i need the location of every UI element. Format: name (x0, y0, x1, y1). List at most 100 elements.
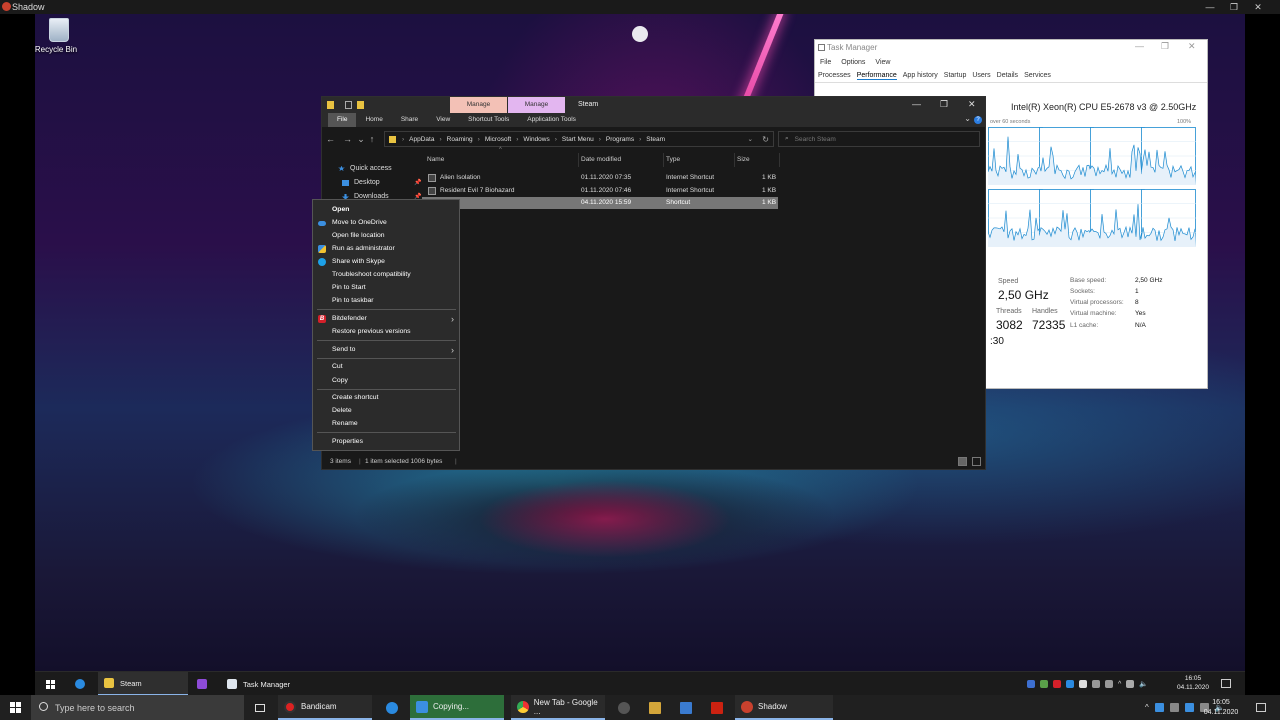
menu-pin-to-taskbar[interactable]: Pin to taskbar (313, 295, 459, 307)
column-name[interactable]: Name (427, 156, 444, 163)
breadcrumb-item[interactable]: Steam (646, 136, 665, 143)
taskbar-task-manager[interactable]: Task Manager (221, 672, 311, 696)
recent-locations-icon[interactable]: ⌄ (356, 134, 366, 145)
tab-services[interactable]: Services (1024, 72, 1051, 79)
menu-open-file-location[interactable]: Open file location (313, 230, 459, 242)
menu-properties[interactable]: Properties (313, 436, 459, 448)
menu-troubleshoot-compatibility[interactable]: Troubleshoot compatibility (313, 269, 459, 281)
tm-menu-view[interactable]: View (875, 59, 890, 66)
tab-startup[interactable]: Startup (944, 72, 967, 79)
breadcrumb-item[interactable]: Roaming (447, 136, 473, 143)
menu-rename[interactable]: Rename (313, 418, 459, 430)
tm-menu-file[interactable]: File (820, 59, 831, 66)
tray-icon[interactable] (1105, 680, 1113, 688)
ribbon-tab-share[interactable]: Share (392, 113, 427, 127)
tray-overflow-icon[interactable]: ^ (1118, 681, 1121, 688)
taskbar-steam-folder[interactable]: Steam (98, 672, 188, 696)
menu-bitdefender[interactable]: B Bitdefender › (313, 313, 459, 325)
tray-icon[interactable] (1154, 703, 1164, 712)
explorer-minimize-button[interactable]: — (912, 99, 921, 109)
tab-performance[interactable]: Performance (856, 72, 897, 80)
shadow-minimize-button[interactable]: — (1199, 0, 1221, 14)
host-taskbar-app[interactable] (647, 695, 663, 720)
network-icon[interactable] (1126, 680, 1135, 688)
ribbon-tab-file[interactable]: File (328, 113, 357, 127)
manage-application-tab[interactable]: Manage (508, 97, 565, 113)
ribbon-expand-icon[interactable]: ⌄ (964, 114, 971, 123)
ribbon-tab-shortcut-tools[interactable]: Shortcut Tools (459, 113, 518, 127)
column-date-modified[interactable]: Date modified (581, 156, 621, 163)
ribbon-tab-view[interactable]: View (427, 113, 459, 127)
tm-close-button[interactable]: ✕ (1188, 41, 1196, 52)
tray-icon[interactable] (1184, 703, 1194, 712)
menu-create-shortcut[interactable]: Create shortcut (313, 392, 459, 404)
shadow-restore-button[interactable]: ❐ (1223, 0, 1245, 14)
search-box[interactable]: ⌕ Search Steam (778, 131, 980, 147)
up-arrow-icon[interactable]: ↑ (366, 134, 378, 144)
help-icon[interactable]: ? (974, 116, 982, 124)
menu-open[interactable]: Open (313, 204, 459, 216)
manage-shortcut-tab[interactable]: Manage (450, 97, 507, 113)
host-clock[interactable]: 16:05 04.11.2020 (1200, 698, 1242, 718)
host-search-box[interactable]: Type here to search (31, 695, 244, 720)
notification-icon[interactable] (1221, 679, 1231, 688)
details-view-icon[interactable] (958, 457, 967, 466)
menu-cut[interactable]: Cut (313, 361, 459, 373)
tab-processes[interactable]: Processes (818, 72, 851, 79)
host-notification-icon[interactable] (1256, 703, 1266, 712)
breadcrumb-item[interactable]: Programs (606, 136, 634, 143)
tab-details[interactable]: Details (997, 72, 1018, 79)
tm-minimize-button[interactable]: — (1135, 41, 1144, 51)
menu-run-as-administrator[interactable]: Run as administrator (313, 243, 459, 255)
twitch-taskbar-button[interactable] (193, 672, 211, 696)
menu-pin-to-start[interactable]: Pin to Start (313, 282, 459, 294)
menu-send-to[interactable]: Send to › (313, 344, 459, 356)
file-row[interactable]: Resident Evil 7 Biohazard 01.11.2020 07:… (422, 185, 778, 197)
tab-app-history[interactable]: App history (903, 72, 938, 79)
breadcrumb-item[interactable]: Microsoft (485, 136, 511, 143)
recycle-bin-shortcut[interactable]: Recycle Bin (35, 18, 79, 54)
host-taskbar-app[interactable] (678, 695, 694, 720)
large-icons-view-icon[interactable] (972, 457, 981, 466)
host-taskbar-app[interactable] (384, 695, 400, 720)
explorer-maximize-button[interactable]: ❐ (940, 99, 948, 110)
breadcrumb-item[interactable]: AppData (409, 136, 434, 143)
host-taskbar-chrome[interactable]: New Tab - Google ... (511, 695, 605, 720)
host-taskbar-filezilla[interactable] (709, 695, 725, 720)
host-taskbar-bandicam[interactable]: Bandicam (278, 695, 372, 720)
breadcrumb-item[interactable]: Windows (523, 136, 549, 143)
host-taskbar-shadow[interactable]: Shadow (735, 695, 833, 720)
tray-overflow-icon[interactable]: ^ (1145, 703, 1149, 712)
host-taskbar-app[interactable] (616, 695, 632, 720)
tm-menu-options[interactable]: Options (841, 59, 865, 66)
menu-copy[interactable]: Copy (313, 375, 459, 387)
column-size[interactable]: Size (737, 156, 750, 163)
edge-taskbar-button[interactable] (71, 672, 89, 696)
host-start-button[interactable] (0, 695, 30, 720)
address-bar[interactable]: › AppData › Roaming › Microsoft › Windows › … (384, 131, 774, 147)
refresh-icon[interactable]: ↻ (762, 135, 769, 144)
back-arrow-icon[interactable]: ← (322, 134, 339, 144)
column-type[interactable]: Type (666, 156, 680, 163)
tm-maximize-button[interactable]: ❐ (1161, 41, 1169, 52)
address-dropdown-icon[interactable]: ⌄ (748, 135, 753, 143)
remote-clock[interactable]: 16:05 04.11.2020 (1173, 674, 1213, 692)
nvidia-tray-icon[interactable] (1040, 680, 1048, 688)
menu-restore-previous-versions[interactable]: Restore previous versions (313, 326, 459, 338)
ribbon-tab-application-tools[interactable]: Application Tools (518, 113, 585, 127)
bluetooth-tray-icon[interactable] (1066, 680, 1074, 688)
menu-move-to-onedrive[interactable]: Move to OneDrive (313, 217, 459, 229)
volume-icon[interactable]: 🔈 (1139, 680, 1148, 688)
menu-share-with-skype[interactable]: Share with Skype (313, 256, 459, 268)
tab-users[interactable]: Users (972, 72, 990, 79)
task-view-button[interactable] (252, 695, 268, 720)
properties-quick-icon[interactable] (345, 101, 352, 109)
forward-arrow-icon[interactable]: → (339, 134, 356, 144)
steam-tray-icon[interactable] (1027, 680, 1035, 688)
ribbon-tab-home[interactable]: Home (356, 113, 391, 127)
new-folder-quick-icon[interactable] (357, 101, 364, 109)
onedrive-tray-icon[interactable] (1079, 680, 1087, 688)
explorer-close-button[interactable]: ✕ (968, 99, 976, 110)
file-row-selected[interactable]: 04.11.2020 15:59 Shortcut 1 KB (422, 197, 778, 209)
host-taskbar-copying[interactable]: Copying... (410, 695, 504, 720)
